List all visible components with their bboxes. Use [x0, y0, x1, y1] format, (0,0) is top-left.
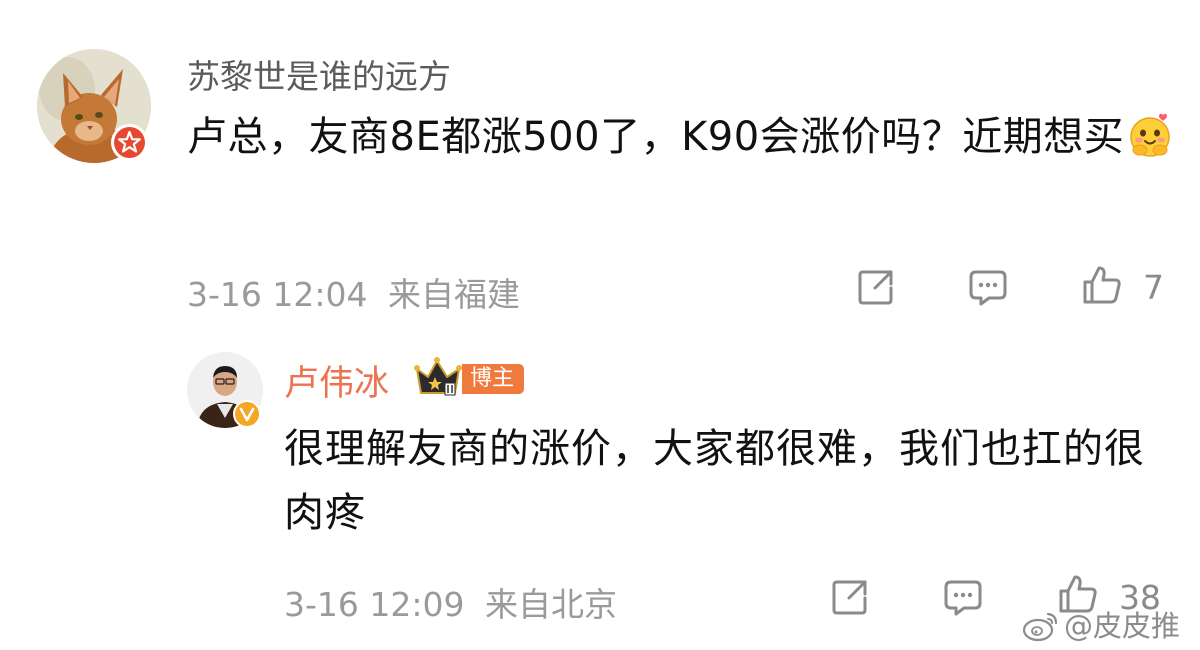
reply-timestamp: 3-16 12:09 [284, 585, 465, 624]
hug-emoji-icon [1126, 110, 1174, 158]
red-verified-badge-icon [111, 124, 148, 161]
share-icon[interactable] [855, 266, 897, 308]
gold-verified-badge-icon [233, 400, 261, 428]
comment-icon[interactable] [967, 266, 1009, 308]
reply-meta: 3-16 12:09 来自北京 [284, 578, 617, 626]
commenter-username[interactable]: 苏黎世是谁的远方 [187, 50, 451, 98]
replier-avatar[interactable] [187, 352, 263, 428]
comment-meta: 3-16 12:04 来自福建 [187, 268, 520, 316]
like-icon[interactable] [1081, 264, 1123, 306]
reply-text: 很理解友商的涨价，大家都很难，我们也扛的很肉疼 [284, 426, 1145, 536]
replier-username[interactable]: 卢伟冰 [284, 355, 389, 406]
comment-like-count: 7 [1143, 268, 1164, 307]
comment-text: 卢总，友商8E都涨500了，K90会涨价吗？近期想买 [187, 106, 1177, 169]
comment-icon[interactable] [942, 576, 984, 618]
comment-location: 来自福建 [388, 275, 520, 314]
comment-body: 卢总，友商8E都涨500了，K90会涨价吗？近期想买 [187, 114, 1125, 160]
watermark: @皮皮推 [1022, 603, 1180, 645]
comment-thread: 苏黎世是谁的远方 卢总，友商8E都涨500了，K90会涨价吗？近期想买 3-16… [0, 0, 1200, 650]
comment-timestamp: 3-16 12:04 [187, 275, 368, 314]
reply-location: 来自北京 [485, 585, 617, 624]
blogger-badge: 博主 [462, 364, 525, 394]
weibo-logo-icon [1022, 612, 1058, 642]
watermark-text: @皮皮推 [1064, 609, 1181, 643]
share-icon[interactable] [829, 576, 871, 618]
commenter-avatar[interactable] [37, 49, 151, 163]
